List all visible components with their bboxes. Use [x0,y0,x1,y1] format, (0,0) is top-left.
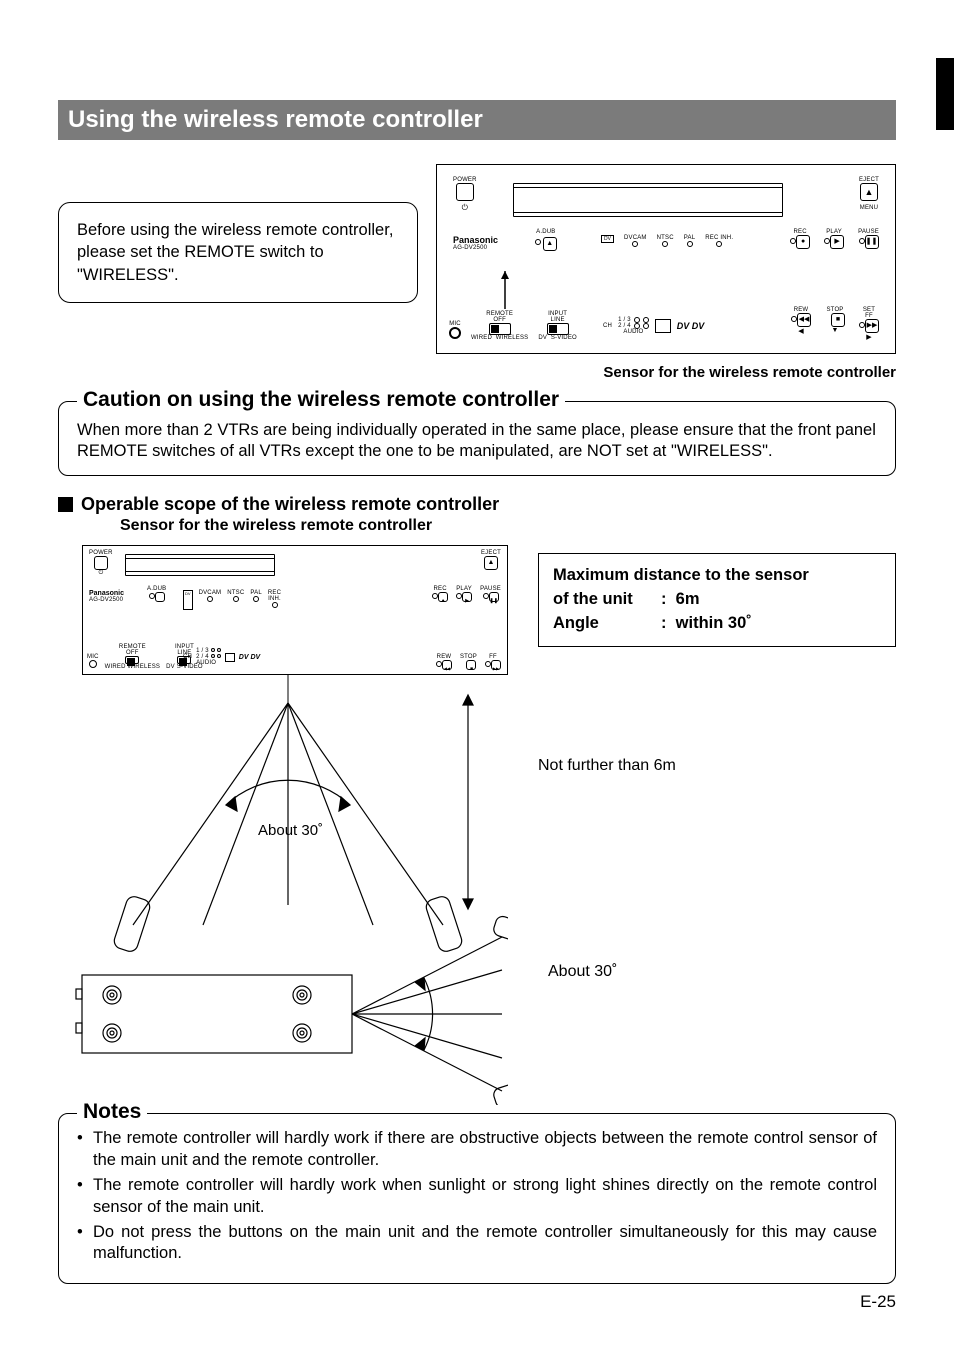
label-wired: WIRED [471,335,492,341]
ntsc-led [662,241,668,247]
power-symbol: ⏻ [453,203,477,213]
brand-label: Panasonic [453,235,498,245]
recinh-led [716,241,722,247]
audio-select-icon [655,319,671,333]
dvcam-led [632,241,638,247]
notes-item: The remote controller will hardly work w… [77,1175,877,1218]
scope-geometry-diagram: About 30˚ [58,675,508,1105]
spec-line1: Maximum distance to the sensor [553,564,881,588]
label-adub: A.DUB [535,229,557,235]
power-button-icon [456,183,474,201]
mini-cassette [125,554,275,576]
caution-title: Caution on using the wireless remote con… [77,388,565,412]
dv-logo-large: DV DV [677,321,705,331]
sensor-callout-label: Sensor for the wireless remote controlle… [436,364,896,381]
intro-note-box: Before using the wireless remote control… [58,202,418,303]
adub-button-icon: ▲ [543,237,557,251]
page-edge-tab [936,58,954,130]
distance-label: Not further than 6m [538,757,896,775]
label-about30-side: About 30˚ [548,963,896,981]
scope-heading: Operable scope of the wireless remote co… [81,494,499,515]
label-svideo: S-VIDEO [551,335,577,341]
section-title: Using the wireless remote controller [58,100,896,140]
cassette-slot [513,183,783,217]
remote-switch-icon [489,323,511,335]
mini-power-icon [94,556,108,570]
label-menu: MENU [859,205,879,211]
label-about30-front: About 30˚ [258,822,323,839]
play-button-icon: ▶ [830,235,844,249]
mic-jack-icon [449,327,461,339]
mini-adub-btn [155,592,165,602]
pause-led [859,238,865,244]
ff-button-icon: ▶▶ [865,319,879,333]
caution-body: When more than 2 VTRs are being individu… [77,420,877,461]
spec-ofunit-value: 6m [676,590,700,608]
caution-box: Caution on using the wireless remote con… [58,401,896,476]
model-label: AG-DV2500 [453,245,487,251]
intro-row: Before using the wireless remote control… [58,164,896,387]
pal-led [687,241,693,247]
mini-dvlogo: DV [183,590,193,610]
notes-box: Notes The remote controller will hardly … [58,1113,896,1284]
label-wireless: WIRELESS [496,335,529,341]
notes-list: The remote controller will hardly work i… [77,1128,877,1265]
rew-button-icon: ◀◀ [797,313,811,327]
scope-content: POWER ⏻ EJECT ▲ Panasonic AG-DV2500 A.DU… [58,539,896,1105]
spec-ofunit-label: of the unit [553,590,633,608]
square-bullet-icon [58,497,73,512]
adub-led [535,239,541,245]
mini-dv: DV [166,664,175,670]
stop-button-icon: ■ [831,313,845,327]
pause-button-icon: ❚❚ [865,235,879,249]
label-ch: CH [603,323,612,329]
scope-spec-box: Maximum distance to the sensor of the un… [538,553,896,647]
mini-brand: Panasonic [89,590,124,597]
mini-wired: WIRED [105,664,126,670]
notes-item: Do not press the buttons on the main uni… [77,1222,877,1265]
mini-audio: AUDIO [196,660,221,666]
scope-heading-row: Operable scope of the wireless remote co… [58,494,896,515]
label-dv: DV [538,335,547,341]
label-audio: AUDIO [618,329,649,335]
eject-button-icon: ▲ [860,183,878,201]
scope-subheading: Sensor for the wireless remote controlle… [120,517,896,535]
device-front-diagram: POWER ⏻ EJECT ▲ MENU Panasonic AG-DV2500… [436,164,896,354]
notes-item: The remote controller will hardly work i… [77,1128,877,1171]
mini-model: AG-DV2500 [89,597,123,603]
dvlogo-small: DV [601,235,614,243]
input-switch-icon [547,323,569,335]
scope-device-front: POWER ⏻ EJECT ▲ Panasonic AG-DV2500 A.DU… [82,545,508,675]
rec-button-icon: ● [796,235,810,249]
page-number: E-25 [860,1292,896,1312]
sensor-callout-arrow [495,271,515,313]
spec-angle-value: within 30˚ [676,614,752,632]
mini-ch: CH [183,654,192,660]
spec-angle-label: Angle [553,614,599,632]
mini-dvlogo2: DV DV [239,654,260,661]
notes-title: Notes [77,1100,147,1124]
label-set-ff: SETFF [859,307,879,319]
mini-eject-icon: ▲ [484,556,498,570]
